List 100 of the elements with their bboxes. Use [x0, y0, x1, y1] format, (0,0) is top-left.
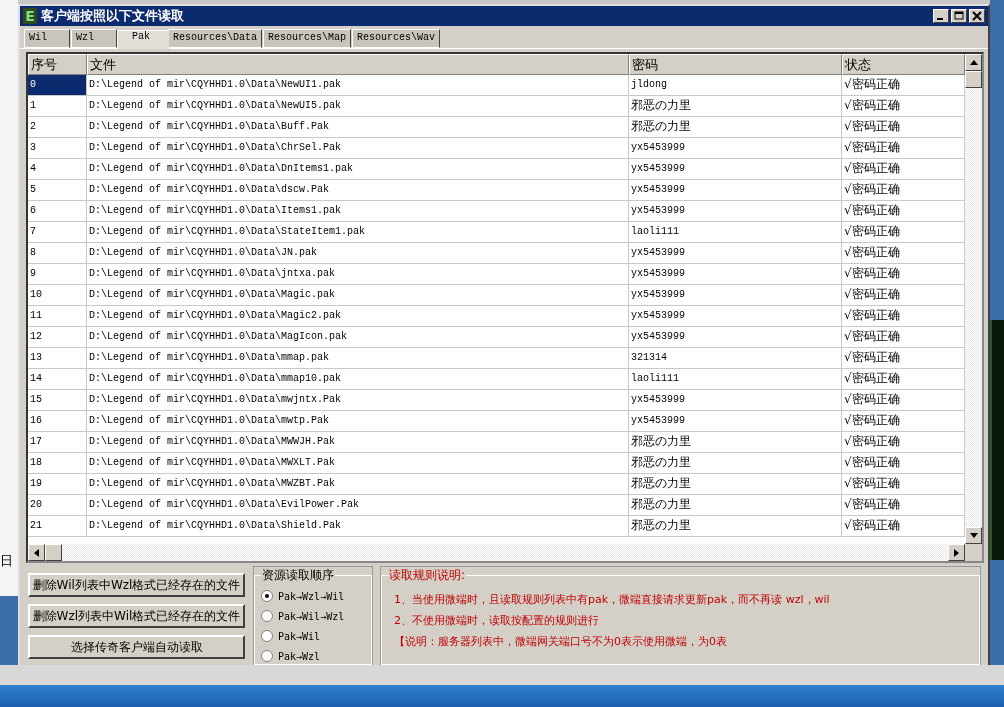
table-cell: yx5453999: [629, 326, 842, 348]
table-cell: 12: [28, 326, 87, 348]
column-header[interactable]: 密码: [629, 53, 842, 75]
table-cell: 13: [28, 347, 87, 369]
table-cell: D:\Legend of mir\CQYHHD1.0\Data\Buff.Pak: [87, 116, 629, 138]
delete-button[interactable]: 删除Wzl列表中Wil格式已经存在的文件: [28, 604, 245, 629]
tab[interactable]: Wil: [24, 28, 70, 48]
table-cell: 邪恶の力里: [629, 494, 842, 516]
group-title: 读取规则说明:: [388, 567, 467, 585]
table-cell: jldong: [629, 74, 842, 96]
background-window-text: 日: [0, 552, 14, 566]
app-icon: E: [23, 7, 37, 24]
radio-button[interactable]: [261, 590, 273, 603]
table-cell: D:\Legend of mir\CQYHHD1.0\Data\MWXLT.Pak: [87, 452, 629, 474]
table-cell: 6: [28, 200, 87, 222]
group-title: 资源读取顺序: [261, 567, 335, 585]
window-title: 客户端按照以下文件读取: [41, 6, 185, 25]
rule-text: 1、当使用微端时，且读取规则列表中有pak，微端直接请求更新pak，而不再读 wzl，wil: [394, 592, 831, 608]
minimize-icon[interactable]: [933, 8, 949, 23]
table-cell: 20: [28, 494, 87, 516]
table-cell: 18: [28, 452, 87, 474]
scroll-thumb[interactable]: [45, 544, 62, 562]
table-cell: D:\Legend of mir\CQYHHD1.0\Data\NewUI5.pak: [87, 95, 629, 117]
scrollbar-corner: [965, 544, 982, 562]
table-cell: 16: [28, 410, 87, 432]
radio-button[interactable]: [261, 630, 273, 643]
radio-option[interactable]: Pak→Wzl: [261, 646, 365, 665]
maximize-icon[interactable]: [951, 8, 967, 23]
scroll-down-icon[interactable]: [965, 527, 982, 545]
table-cell: D:\Legend of mir\CQYHHD1.0\Data\Items1.pak: [87, 200, 629, 222]
close-icon[interactable]: [969, 8, 985, 23]
table-cell: D:\Legend of mir\CQYHHD1.0\Data\EvilPower.Pak: [87, 494, 629, 516]
table-cell: 321314: [629, 347, 842, 369]
table-cell: D:\Legend of mir\CQYHHD1.0\Data\NewUI1.pak: [87, 74, 629, 96]
radio-button[interactable]: [261, 610, 273, 623]
table-cell: 邪恶の力里: [629, 116, 842, 138]
table-cell: yx5453999: [629, 284, 842, 306]
table-cell: D:\Legend of mir\CQYHHD1.0\Data\MagIcon.pak: [87, 326, 629, 348]
table-cell: yx5453999: [629, 200, 842, 222]
column-header[interactable]: 文件: [87, 53, 629, 75]
table-cell: yx5453999: [629, 137, 842, 159]
table-cell: D:\Legend of mir\CQYHHD1.0\Data\Magic2.pak: [87, 305, 629, 327]
table-cell: 8: [28, 242, 87, 264]
vertical-scrollbar[interactable]: [965, 53, 982, 545]
table-cell: D:\Legend of mir\CQYHHD1.0\Data\mwjntx.Pak: [87, 389, 629, 411]
tab[interactable]: Resources\Wav: [352, 28, 441, 48]
table-cell: 7: [28, 221, 87, 243]
table-cell: yx5453999: [629, 410, 842, 432]
scroll-left-icon[interactable]: [28, 544, 45, 562]
table-cell: D:\Legend of mir\CQYHHD1.0\Data\mmap.pak: [87, 347, 629, 369]
table-cell: yx5453999: [629, 242, 842, 264]
table-cell: 5: [28, 179, 87, 201]
table-cell: 0: [28, 74, 87, 96]
auto-read-button[interactable]: 选择传奇客户端自动读取: [28, 635, 245, 660]
table-cell: D:\Legend of mir\CQYHHD1.0\Data\dscw.Pak: [87, 179, 629, 201]
table-cell: 10: [28, 284, 87, 306]
rule-text: 【说明：服务器列表中，微端网关端口号不为0表示使用微端，为0表: [394, 634, 728, 650]
scroll-up-icon[interactable]: [965, 53, 982, 71]
table-cell: laoli111: [629, 221, 842, 243]
table-cell: D:\Legend of mir\CQYHHD1.0\Data\ChrSel.Pak: [87, 137, 629, 159]
table-cell: D:\Legend of mir\CQYHHD1.0\Data\StateItem1.pak: [87, 221, 629, 243]
table-cell: D:\Legend of mir\CQYHHD1.0\Data\mmap10.pak: [87, 368, 629, 390]
table-cell: 1: [28, 95, 87, 117]
tab[interactable]: Resources\Data: [168, 28, 263, 48]
radio-option[interactable]: Pak→Wzl→Wil: [261, 586, 365, 607]
table-cell: D:\Legend of mir\CQYHHD1.0\Data\JN.pak: [87, 242, 629, 264]
scroll-right-icon[interactable]: [948, 544, 965, 562]
radio-option[interactable]: Pak→Wil→Wzl: [261, 606, 365, 627]
radio-button[interactable]: [261, 650, 273, 663]
table-cell: yx5453999: [629, 263, 842, 285]
table-cell: D:\Legend of mir\CQYHHD1.0\Data\Magic.pak: [87, 284, 629, 306]
horizontal-scrollbar[interactable]: [28, 544, 982, 562]
table-cell: yx5453999: [629, 158, 842, 180]
radio-option[interactable]: Pak→Wil: [261, 626, 365, 647]
table-cell: 15: [28, 389, 87, 411]
tab[interactable]: Pak: [117, 29, 169, 49]
table-cell: D:\Legend of mir\CQYHHD1.0\Data\mwtp.Pak: [87, 410, 629, 432]
rule-text: 2、不使用微端时，读取按配置的规则进行: [394, 613, 600, 629]
table-cell: 14: [28, 368, 87, 390]
table-cell: 17: [28, 431, 87, 453]
tab[interactable]: Wzl: [71, 28, 117, 48]
table-cell: yx5453999: [629, 389, 842, 411]
table-cell: D:\Legend of mir\CQYHHD1.0\Data\MWWJH.Pak: [87, 431, 629, 453]
table-cell: 2: [28, 116, 87, 138]
table-cell: 4: [28, 158, 87, 180]
column-header[interactable]: 状态: [842, 53, 965, 75]
table-cell: 19: [28, 473, 87, 495]
table-cell: D:\Legend of mir\CQYHHD1.0\Data\jntxa.pak: [87, 263, 629, 285]
table-cell: 9: [28, 263, 87, 285]
table-cell: D:\Legend of mir\CQYHHD1.0\Data\MWZBT.Pak: [87, 473, 629, 495]
table-cell: 21: [28, 515, 87, 537]
table-cell: D:\Legend of mir\CQYHHD1.0\Data\Shield.Pak: [87, 515, 629, 537]
table-cell: yx5453999: [629, 305, 842, 327]
table-cell: 3: [28, 137, 87, 159]
tab[interactable]: Resources\Map: [263, 28, 352, 48]
table-cell: 11: [28, 305, 87, 327]
table-cell: laoli111: [629, 368, 842, 390]
delete-button[interactable]: 删除Wil列表中Wzl格式已经存在的文件: [28, 573, 245, 598]
column-header[interactable]: 序号: [28, 53, 87, 75]
table-cell: 邪恶の力里: [629, 515, 842, 537]
